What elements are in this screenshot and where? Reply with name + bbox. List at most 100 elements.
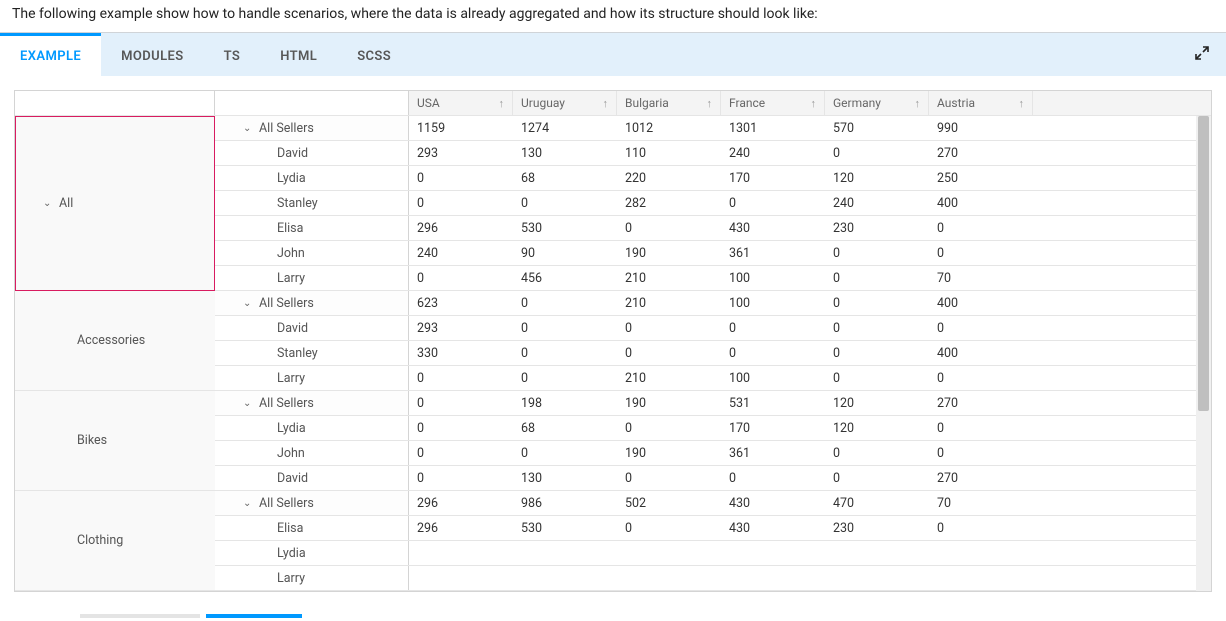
data-cell[interactable]: 0: [929, 316, 1033, 340]
data-cell[interactable]: [617, 541, 721, 565]
data-cell[interactable]: 1274: [513, 116, 617, 140]
data-cell[interactable]: 0: [617, 516, 721, 540]
data-cell[interactable]: 120: [825, 166, 929, 190]
data-cell[interactable]: 400: [929, 341, 1033, 365]
row-dimension[interactable]: Bikes: [15, 391, 215, 491]
column-header[interactable]: Bulgaria↑: [617, 91, 721, 115]
data-cell[interactable]: [929, 541, 1033, 565]
data-cell[interactable]: 293: [409, 141, 513, 165]
data-cell[interactable]: 68: [513, 166, 617, 190]
data-cell[interactable]: [513, 541, 617, 565]
data-cell[interactable]: 0: [409, 441, 513, 465]
data-cell[interactable]: 296: [409, 491, 513, 515]
data-cell[interactable]: 0: [513, 441, 617, 465]
data-cell[interactable]: 0: [409, 366, 513, 390]
data-cell[interactable]: 0: [721, 341, 825, 365]
data-cell[interactable]: 282: [617, 191, 721, 215]
row-dimension[interactable]: Clothing: [15, 491, 215, 591]
data-cell[interactable]: 0: [825, 266, 929, 290]
data-cell[interactable]: 0: [513, 191, 617, 215]
data-cell[interactable]: [721, 541, 825, 565]
data-cell[interactable]: 0: [929, 516, 1033, 540]
data-cell[interactable]: 0: [929, 416, 1033, 440]
data-cell[interactable]: [929, 566, 1033, 590]
data-cell[interactable]: 210: [617, 266, 721, 290]
data-cell[interactable]: 68: [513, 416, 617, 440]
data-cell[interactable]: 530: [513, 516, 617, 540]
data-cell[interactable]: 0: [721, 191, 825, 215]
row-dimension[interactable]: Accessories: [15, 291, 215, 391]
tab-modules[interactable]: MODULES: [101, 33, 203, 77]
expand-icon[interactable]: [1194, 45, 1210, 65]
data-cell[interactable]: 570: [825, 116, 929, 140]
data-cell[interactable]: 470: [825, 491, 929, 515]
data-cell[interactable]: 400: [929, 191, 1033, 215]
data-cell[interactable]: 70: [929, 266, 1033, 290]
column-header[interactable]: Germany↑: [825, 91, 929, 115]
all-sellers-row[interactable]: ⌄All Sellers: [215, 491, 409, 515]
data-cell[interactable]: 120: [825, 416, 929, 440]
data-cell[interactable]: 110: [617, 141, 721, 165]
data-cell[interactable]: 270: [929, 141, 1033, 165]
data-cell[interactable]: 330: [409, 341, 513, 365]
tab-scss[interactable]: SCSS: [337, 33, 411, 77]
data-cell[interactable]: 100: [721, 266, 825, 290]
data-cell[interactable]: 250: [929, 166, 1033, 190]
data-cell[interactable]: 0: [409, 266, 513, 290]
tab-example[interactable]: EXAMPLE: [0, 33, 101, 77]
data-cell[interactable]: 0: [409, 466, 513, 490]
data-cell[interactable]: 70: [929, 491, 1033, 515]
data-cell[interactable]: 0: [617, 341, 721, 365]
data-cell[interactable]: 130: [513, 466, 617, 490]
data-cell[interactable]: 0: [721, 316, 825, 340]
data-cell[interactable]: 296: [409, 516, 513, 540]
data-cell[interactable]: 0: [617, 316, 721, 340]
data-cell[interactable]: 293: [409, 316, 513, 340]
data-cell[interactable]: 990: [929, 116, 1033, 140]
data-cell[interactable]: 90: [513, 241, 617, 265]
vertical-scrollbar[interactable]: [1196, 116, 1211, 591]
data-cell[interactable]: 430: [721, 491, 825, 515]
data-cell[interactable]: 531: [721, 391, 825, 415]
data-cell[interactable]: 1301: [721, 116, 825, 140]
data-cell[interactable]: [825, 566, 929, 590]
all-sellers-row[interactable]: ⌄All Sellers: [215, 391, 409, 415]
data-cell[interactable]: 190: [617, 241, 721, 265]
tab-ts[interactable]: TS: [204, 33, 261, 77]
data-cell[interactable]: 502: [617, 491, 721, 515]
data-cell[interactable]: 0: [825, 341, 929, 365]
data-cell[interactable]: [409, 541, 513, 565]
data-cell[interactable]: 100: [721, 366, 825, 390]
data-cell[interactable]: 1012: [617, 116, 721, 140]
column-header[interactable]: Uruguay↑: [513, 91, 617, 115]
data-cell[interactable]: 270: [929, 466, 1033, 490]
data-cell[interactable]: 0: [721, 466, 825, 490]
tab-html[interactable]: HTML: [260, 33, 337, 77]
data-cell[interactable]: 0: [929, 216, 1033, 240]
data-cell[interactable]: 0: [825, 241, 929, 265]
data-cell[interactable]: 230: [825, 516, 929, 540]
data-cell[interactable]: 0: [929, 241, 1033, 265]
data-cell[interactable]: 0: [617, 216, 721, 240]
data-cell[interactable]: 0: [409, 391, 513, 415]
data-cell[interactable]: 456: [513, 266, 617, 290]
data-cell[interactable]: 430: [721, 516, 825, 540]
data-cell[interactable]: 1159: [409, 116, 513, 140]
data-cell[interactable]: 986: [513, 491, 617, 515]
data-cell[interactable]: 240: [825, 191, 929, 215]
column-header[interactable]: France↑: [721, 91, 825, 115]
data-cell[interactable]: 120: [825, 391, 929, 415]
data-cell[interactable]: 240: [409, 241, 513, 265]
data-cell[interactable]: 361: [721, 241, 825, 265]
data-cell[interactable]: 0: [929, 366, 1033, 390]
data-cell[interactable]: 210: [617, 291, 721, 315]
column-header[interactable]: USA↑: [409, 91, 513, 115]
data-cell[interactable]: 240: [721, 141, 825, 165]
data-cell[interactable]: 296: [409, 216, 513, 240]
all-sellers-row[interactable]: ⌄All Sellers: [215, 116, 409, 140]
data-cell[interactable]: 0: [513, 316, 617, 340]
data-cell[interactable]: 430: [721, 216, 825, 240]
data-cell[interactable]: 170: [721, 166, 825, 190]
data-cell[interactable]: 100: [721, 291, 825, 315]
data-cell[interactable]: 0: [409, 166, 513, 190]
